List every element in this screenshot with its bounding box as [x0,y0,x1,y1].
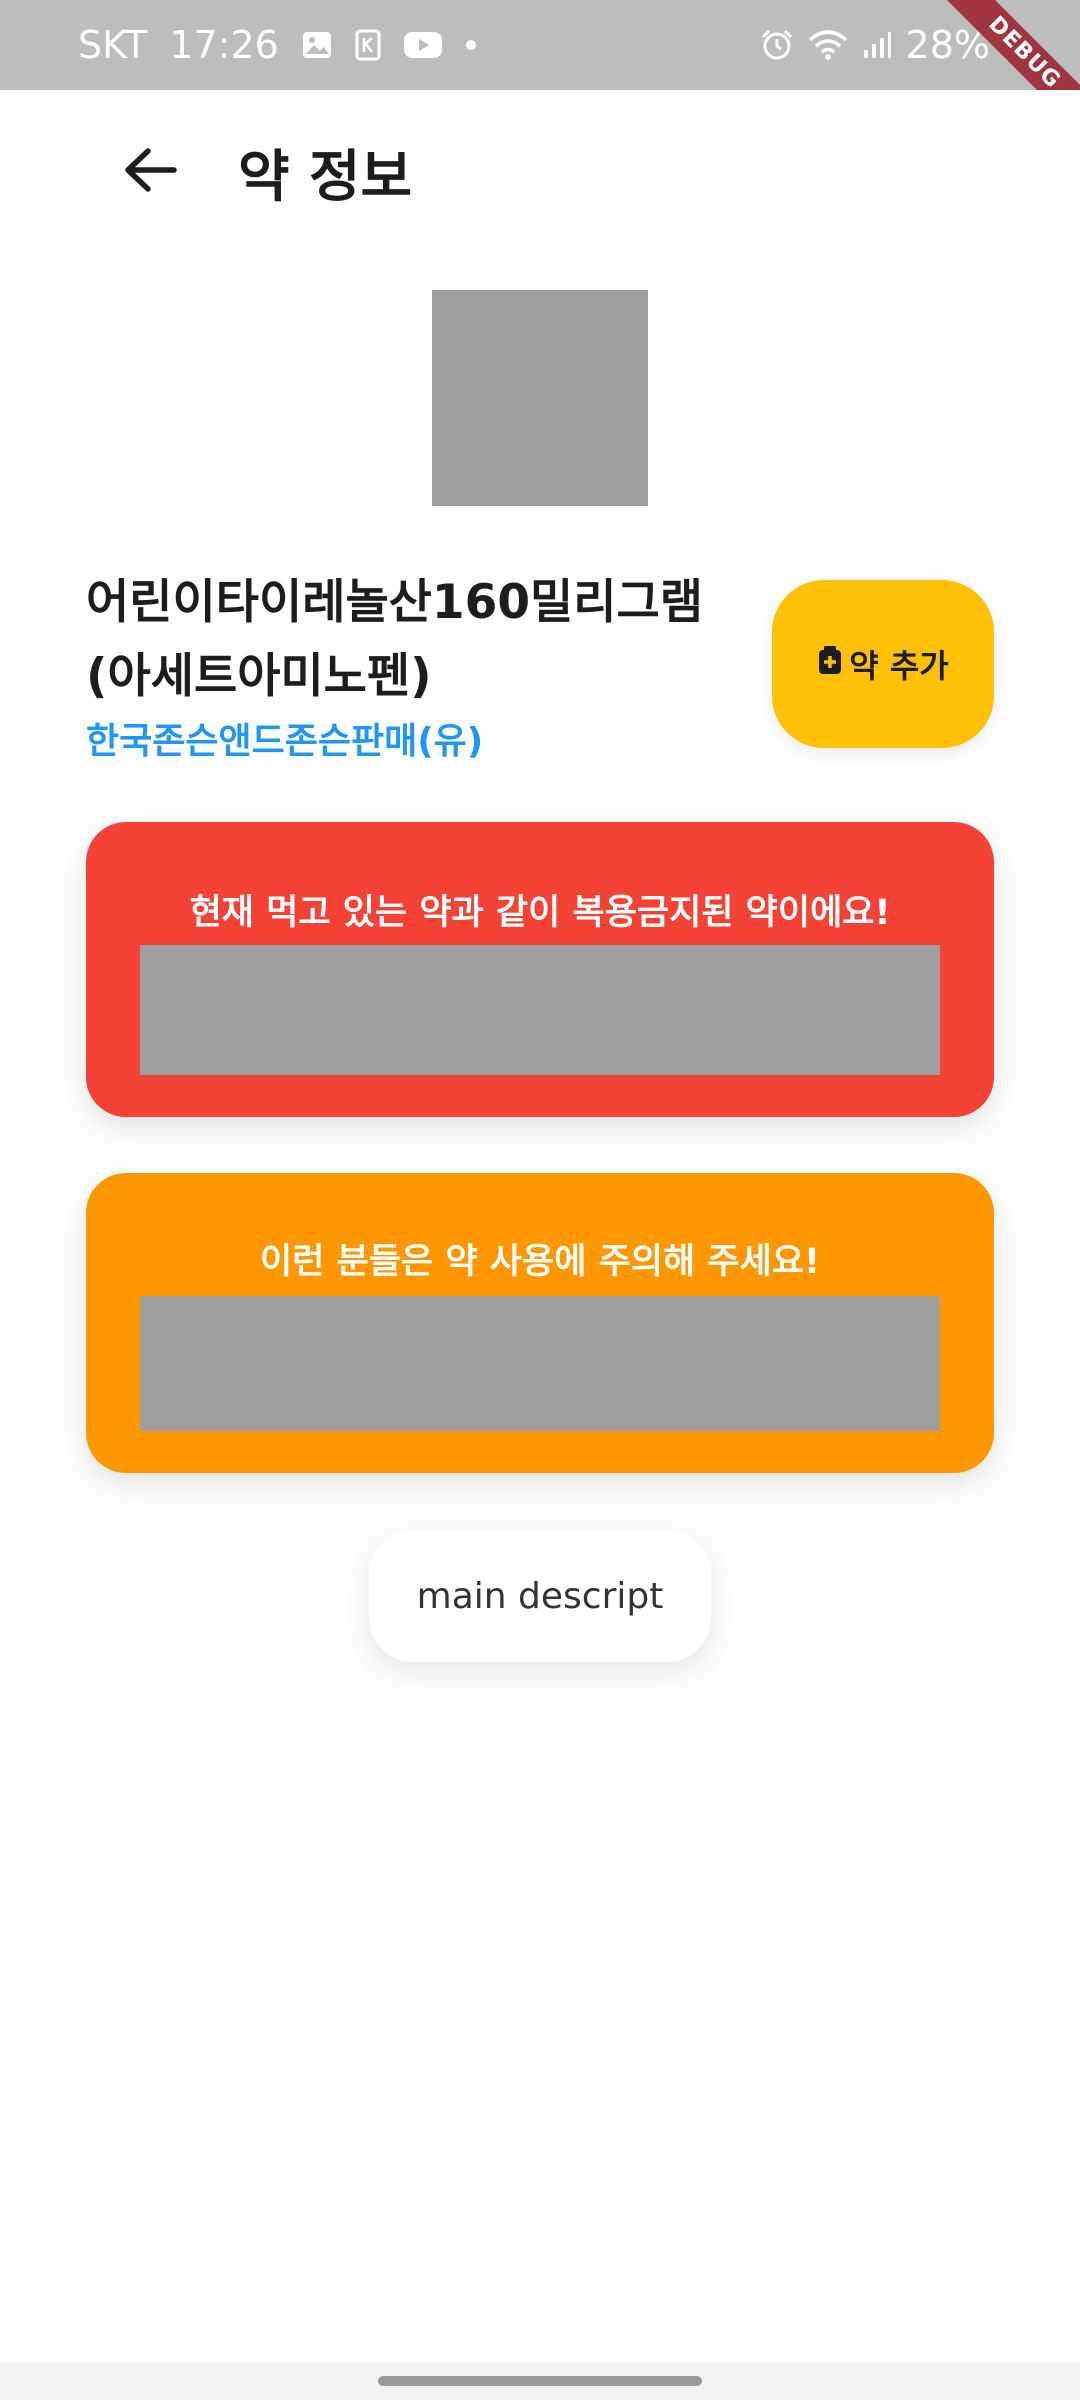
status-bar: SKT 17:26 28% DEBUG [0,0,1080,90]
image-icon [301,29,333,61]
contraindication-content-placeholder [140,945,940,1075]
main-description-button[interactable]: main descript [369,1530,711,1662]
add-medicine-button[interactable]: 약 추가 [772,580,994,748]
page-title: 약 정보 [238,145,413,210]
signal-icon [862,30,892,60]
arrow-left-icon [122,146,178,198]
drug-image-placeholder [432,290,648,506]
wifi-icon [808,28,848,62]
status-left: SKT 17:26 [78,0,477,90]
carrier-label: SKT [78,23,148,67]
home-indicator[interactable] [378,2376,702,2386]
drug-name: 어린이타이레놀산160밀리그램(아세트아미노펜) [86,575,703,704]
add-medicine-label: 약 추가 [849,647,949,685]
caution-content-placeholder [140,1296,940,1431]
clock: 17:26 [169,23,279,67]
navigation-bar [0,2362,1080,2400]
contraindication-card: 현재 먹고 있는 약과 같이 복용금지된 약이에요! [86,822,994,1117]
k-box-icon [355,29,381,61]
youtube-icon [403,30,443,60]
drug-company: 한국존슨앤드존슨판매(유) [86,721,484,762]
dot-icon [465,39,477,51]
contraindication-title: 현재 먹고 있는 약과 같이 복용금지된 약이에요! [189,893,891,933]
caution-title: 이런 분들은 약 사용에 주의해 주세요! [260,1242,820,1282]
app-bar: 약 정보 [0,90,1080,255]
caution-card: 이런 분들은 약 사용에 주의해 주세요! [86,1173,994,1473]
alarm-icon [760,28,794,62]
medicine-kit-icon [817,645,843,683]
back-button[interactable] [100,132,200,212]
